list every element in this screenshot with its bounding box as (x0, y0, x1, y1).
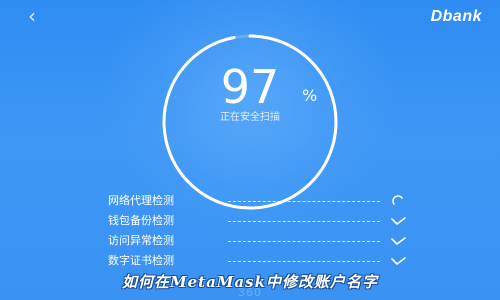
check-icon (390, 255, 406, 267)
scan-score-unit: % (302, 86, 318, 105)
check-list: 网络代理检测 钱包备份检测 访问异常检测 数字证书检测 (108, 191, 408, 271)
back-button[interactable]: ‹ (28, 6, 36, 26)
chevron-left-icon: ‹ (28, 4, 36, 28)
check-item-digital-certificate: 数字证书检测 (108, 251, 408, 271)
scan-status-text: 正在安全扫描 (220, 112, 280, 123)
spinner-icon (390, 195, 406, 207)
brand-logo: Dbank (430, 8, 482, 25)
check-icon (390, 215, 406, 227)
check-item-label: 访问异常检测 (108, 234, 174, 247)
check-item-network-proxy: 网络代理检测 (108, 191, 408, 211)
check-item-access-anomaly: 访问异常检测 (108, 231, 408, 251)
scan-score: 97 (220, 60, 280, 114)
caption-overlay: 如何在MetaMask中修改账户名字 (122, 273, 378, 291)
dotted-leader (228, 201, 380, 202)
dotted-leader (228, 261, 380, 262)
check-item-label: 网络代理检测 (108, 194, 174, 207)
check-item-label: 钱包备份检测 (108, 214, 174, 227)
check-item-wallet-backup: 钱包备份检测 (108, 211, 408, 231)
check-icon (390, 235, 406, 247)
check-item-label: 数字证书检测 (108, 254, 174, 267)
security-scan-screen: ‹ Dbank 97 % 正在安全扫描 网络代理检测 钱包备份检测 访问异常检测… (0, 0, 500, 300)
dotted-leader (228, 221, 380, 222)
dotted-leader (228, 241, 380, 242)
